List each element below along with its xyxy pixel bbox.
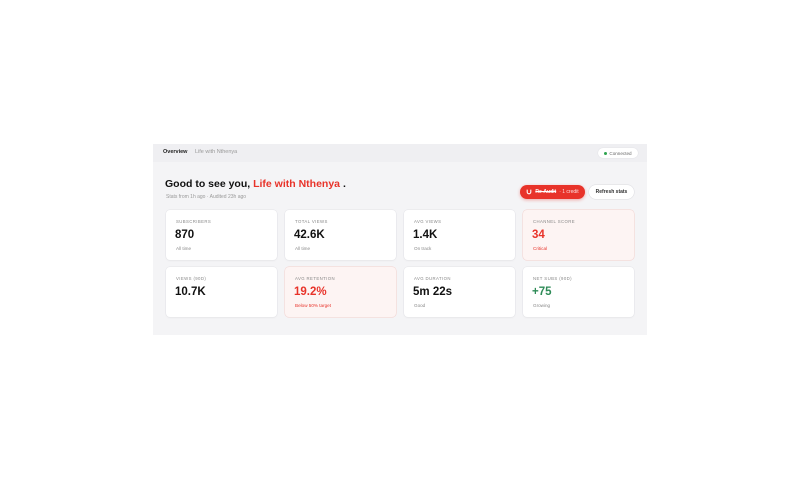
stats-meta: Stats from 1h ago · Audited 23h ago [166,194,247,200]
status-label: Connected [609,150,632,156]
stat-value: 34 [532,229,545,241]
stat-sub: Critical [533,246,548,251]
reaudit-label: Re-Audit [535,189,557,195]
magnet-icon [526,189,532,195]
stat-value: 19.2% [294,286,327,298]
stat-value: 870 [175,229,195,241]
stat-card: VIEWS (90D) 10.7K [166,267,277,317]
stat-label: NET SUBS (90D) [533,276,572,281]
stat-value: +75 [532,286,552,298]
breadcrumb-overview[interactable]: Overview [163,149,187,155]
status-dot-icon [604,151,608,155]
stat-sub: Good [414,303,426,308]
stat-label: SUBSCRIBERS [176,219,212,224]
reaudit-button[interactable]: Re-Audit · 1 credit [520,185,585,199]
breadcrumb-channel[interactable]: Life with Nthenya [195,149,237,155]
stat-value: 1.4K [413,229,438,241]
dashboard-panel: Overview Life with Nthenya Connected Goo… [153,144,647,335]
stat-sub: Growing [533,303,551,308]
greeting-suffix: . [340,178,346,190]
stat-label: CHANNEL SCORE [533,219,576,224]
reaudit-cost: · 1 credit [559,189,579,195]
top-bar: Overview Life with Nthenya Connected [153,144,647,162]
stat-label: AVG VIEWS [414,219,442,224]
stat-label: VIEWS (90D) [176,276,207,281]
stat-value: 10.7K [175,286,206,298]
stat-card: SUBSCRIBERS 870 All time [166,210,277,260]
stat-card: AVG VIEWS 1.4K On track [404,210,515,260]
page-title: Good to see you, Life with Nthenya . [165,178,346,190]
stat-card: AVG DURATION 5m 22s Good [404,267,515,317]
stat-card: AVG RETENTION 19.2% Below 50% target [285,267,396,317]
stat-label: AVG DURATION [414,276,451,281]
greeting-prefix: Good to see you, [165,178,254,190]
stat-label: AVG RETENTION [295,276,335,281]
stat-sub: All time [176,246,192,251]
stat-card: CHANNEL SCORE 34 Critical [523,210,634,260]
refresh-stats-button[interactable]: Refresh stats [589,185,634,199]
stat-value: 42.6K [294,229,325,241]
stat-label: TOTAL VIEWS [295,219,328,224]
stat-sub: All time [295,246,311,251]
stat-sub: Below 50% target [295,303,332,308]
stat-card: TOTAL VIEWS 42.6K All time [285,210,396,260]
stat-value: 5m 22s [413,286,453,298]
channel-name: Life with Nthenya [253,178,341,190]
connection-status-badge: Connected [598,148,638,158]
stat-sub: On track [414,246,432,251]
stat-card: NET SUBS (90D) +75 Growing [523,267,634,317]
